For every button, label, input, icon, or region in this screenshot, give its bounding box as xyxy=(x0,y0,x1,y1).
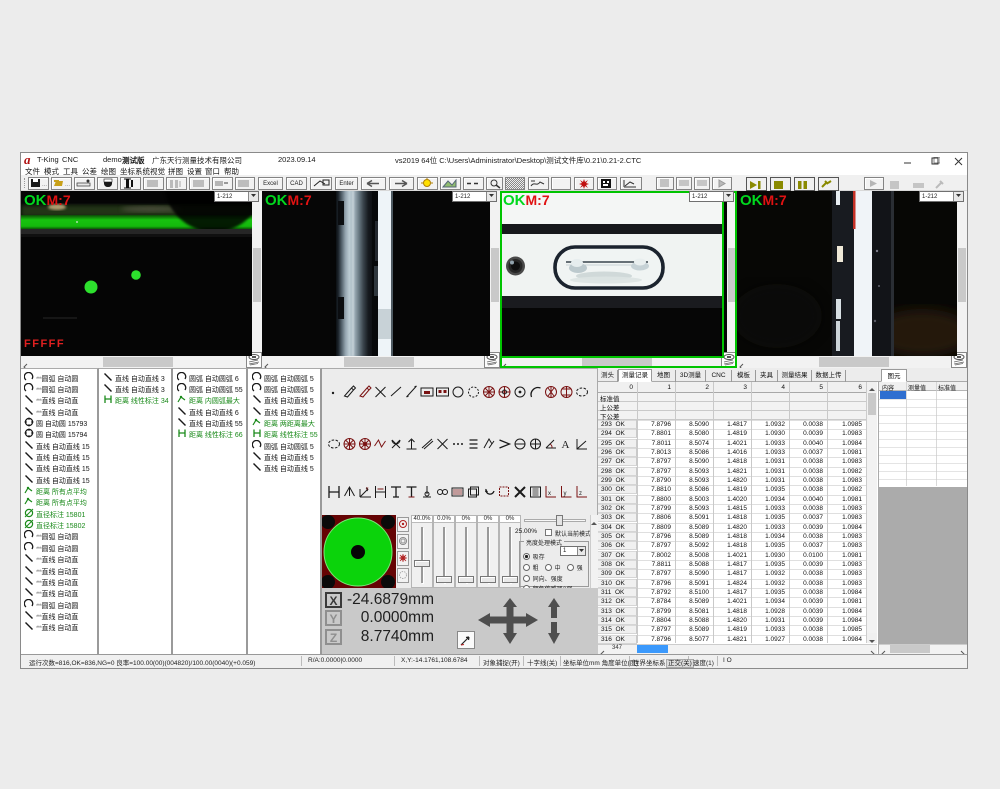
svg-text:x: x xyxy=(366,486,369,492)
svg-text:A: A xyxy=(562,439,570,451)
svg-text:z: z xyxy=(579,491,582,497)
svg-text:FFFFF: FFFFF xyxy=(24,338,65,350)
svg-text:x: x xyxy=(548,491,551,497)
svg-text:...: ... xyxy=(65,182,70,188)
svg-text:y: y xyxy=(564,491,567,497)
svg-text:...: ... xyxy=(42,182,47,188)
